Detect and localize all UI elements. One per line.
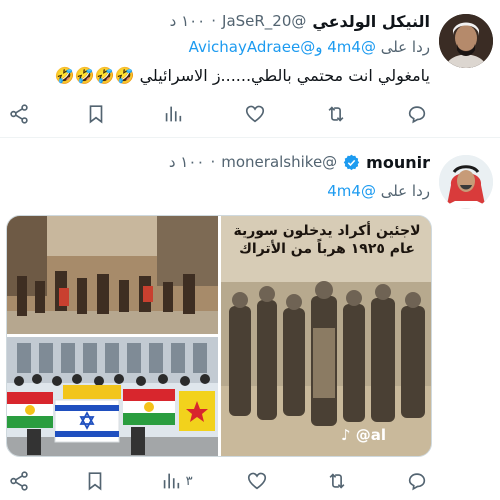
reply-context: ردا على @4m4 (8, 182, 430, 206)
reply-prefix: ردا على (380, 38, 430, 56)
reply-icon (408, 106, 426, 124)
verified-icon (343, 154, 360, 170)
views-icon (166, 106, 182, 122)
reply-mention[interactable]: @4m4 (327, 182, 376, 200)
reply-joiner: و (315, 38, 323, 56)
action-bar (8, 101, 432, 127)
media-photo-3[interactable]: لاجئين أكراد يدخلون سورية عام ١٩٢٥ هرباً… (221, 216, 431, 456)
media-grid[interactable]: لاجئين أكراد يدخلون سورية عام ١٩٢٥ هرباً… (6, 215, 432, 457)
separator-dot: · (210, 153, 216, 171)
retweet-button[interactable] (326, 470, 352, 492)
share-icon (10, 104, 28, 124)
avatar[interactable] (439, 155, 493, 209)
reply-button[interactable] (406, 103, 432, 125)
tweet-header: النيكل الولدعي @JaSeR_20 · ١٠٠ د (8, 9, 430, 33)
tweet-2[interactable]: mounir @moneralshike · ١٠٠ د ردا على @4m… (0, 139, 500, 500)
timestamp[interactable]: ١٠٠ د (169, 153, 205, 171)
tweet-divider (0, 137, 500, 138)
media-photo-2[interactable] (7, 337, 218, 456)
share-button[interactable] (8, 103, 30, 125)
reply-button[interactable] (406, 470, 432, 492)
tweet-text-content: يامغولي انت محتمي بالطي......ز الاسرائيل… (139, 66, 430, 85)
views-button[interactable]: ٣ (160, 470, 193, 492)
share-button[interactable] (8, 470, 30, 492)
bookmark-icon (89, 105, 103, 124)
views-button[interactable] (162, 103, 188, 125)
bookmark-button[interactable] (84, 470, 106, 492)
timestamp[interactable]: ١٠٠ د (170, 12, 206, 30)
tweet-text: يامغولي انت محتمي بالطي......ز الاسرائيل… (8, 66, 430, 85)
emoji-row: 🤣🤣🤣🤣 (54, 66, 135, 85)
reply-context: ردا على @4m4 و@AvichayAdraee (8, 38, 430, 62)
views-count: ٣ (185, 473, 193, 489)
reply-prefix: ردا على (380, 182, 430, 200)
handle[interactable]: @moneralshike (221, 153, 337, 171)
display-name[interactable]: النيكل الولدعي (312, 12, 430, 31)
like-icon (245, 105, 264, 123)
tweet-1[interactable]: النيكل الولدعي @JaSeR_20 · ١٠٠ د ردا على… (0, 0, 500, 136)
separator-dot: · (211, 12, 217, 30)
reply-icon (408, 473, 426, 491)
reply-mention[interactable]: @4m4 (327, 38, 376, 56)
tweet-header: mounir @moneralshike · ١٠٠ د (8, 150, 430, 174)
reply-mention[interactable]: @AvichayAdraee (189, 38, 316, 56)
handle[interactable]: @JaSeR_20 (222, 12, 306, 30)
display-name[interactable]: mounir (366, 153, 430, 172)
retweet-icon (328, 106, 344, 122)
bookmark-icon (88, 472, 102, 491)
like-button[interactable] (244, 103, 270, 125)
media-overlay-text: لاجئين أكراد يدخلون سورية عام ١٩٢٥ هرباً… (233, 223, 421, 257)
media-watermark: ♪ @al (341, 426, 387, 444)
like-icon (248, 472, 267, 490)
action-bar: ٣ (8, 468, 432, 494)
retweet-button[interactable] (325, 103, 351, 125)
media-photo-1[interactable] (7, 216, 218, 334)
retweet-icon (329, 473, 345, 489)
share-icon (10, 471, 28, 491)
like-button[interactable] (246, 470, 272, 492)
views-icon (163, 473, 179, 489)
avatar[interactable] (439, 14, 493, 68)
bookmark-button[interactable] (85, 103, 107, 125)
